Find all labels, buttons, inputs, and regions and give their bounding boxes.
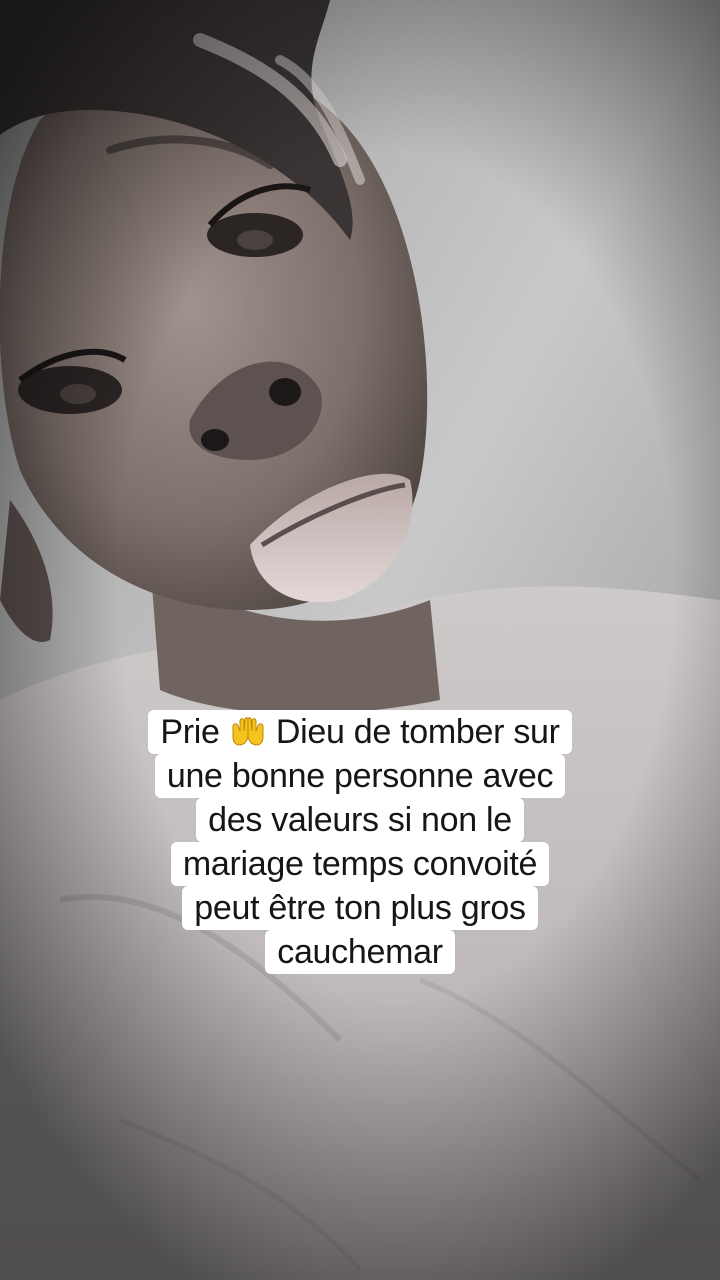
caption-line-3: des valeurs si non le (196, 798, 524, 842)
caption-line-6: cauchemar (265, 930, 455, 974)
video-caption: Prie Dieu de tomber sur une bonne person… (0, 710, 720, 974)
palms-up-together-icon (232, 717, 264, 746)
caption-line-1-text: Dieu de tomber sur (275, 713, 560, 751)
video-frame[interactable]: Prie Dieu de tomber sur une bonne person… (0, 0, 720, 1280)
caption-prefix: Prie (160, 713, 220, 751)
background-photo (0, 0, 720, 1280)
caption-line-1: Prie Dieu de tomber sur (148, 710, 572, 754)
caption-line-4: mariage temps convoité (170, 842, 550, 886)
caption-line-5: peut être ton plus gros (182, 886, 538, 930)
caption-line-2: une bonne personne avec (154, 754, 566, 798)
